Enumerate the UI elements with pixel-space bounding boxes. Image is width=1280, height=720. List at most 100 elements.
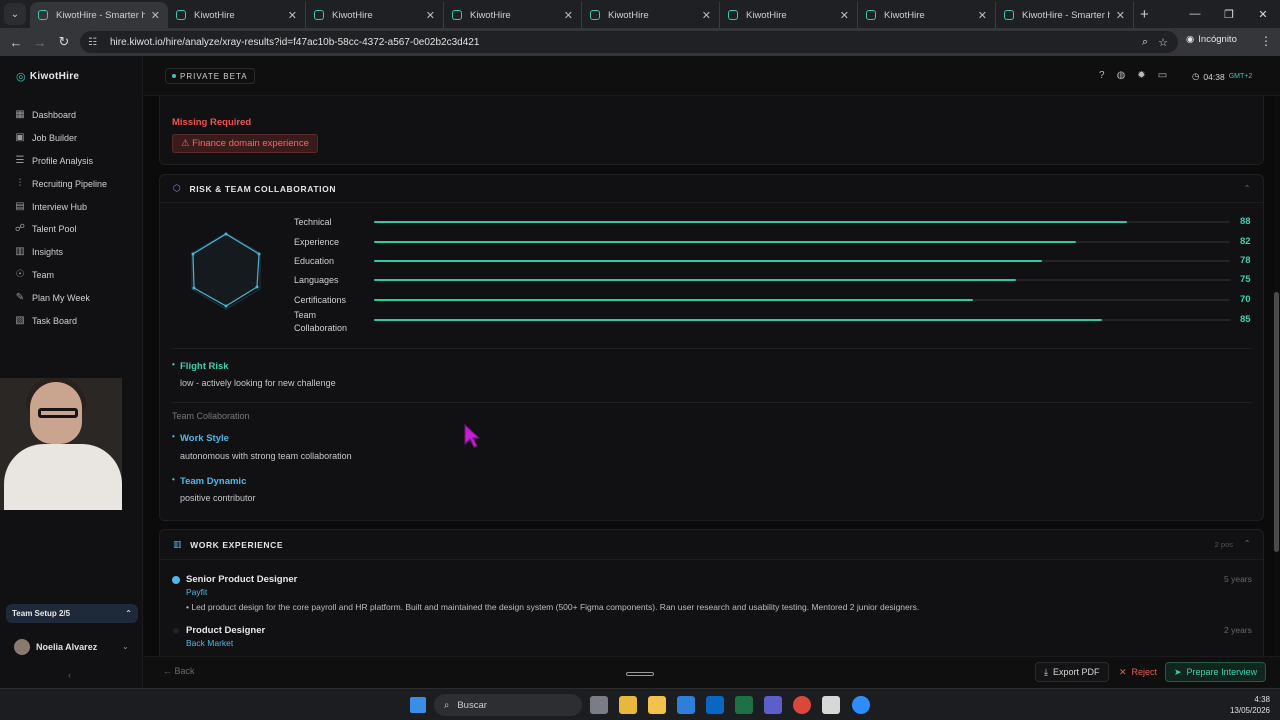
score-bar-fill <box>374 241 1076 243</box>
url-omnibox[interactable]: ☷ hire.kiwot.io/hire/analyze/xray-result… <box>80 31 1178 53</box>
beta-label: PRIVATE BETA <box>180 71 248 81</box>
chat-icon[interactable]: ▭ <box>1158 70 1167 81</box>
kiwot-favicon-icon <box>590 10 600 20</box>
reject-button[interactable]: ✕ Reject <box>1111 662 1165 682</box>
position-company[interactable]: Payfit <box>186 587 207 597</box>
sidebar-item-team[interactable]: ☉ Team <box>14 264 107 287</box>
close-tab-icon[interactable]: ✕ <box>564 9 573 22</box>
radar-chart <box>191 232 261 310</box>
sidebar-item-job-builder[interactable]: ▣ Job Builder <box>14 127 107 150</box>
tab-title: KiwotHire <box>884 9 925 21</box>
reload-icon[interactable]: ↻ <box>52 34 76 50</box>
position-years: 5 years <box>1224 574 1252 584</box>
tab-search-chevron-icon[interactable]: ⌄ <box>4 3 26 25</box>
close-tab-icon[interactable]: ✕ <box>978 9 987 22</box>
help-icon[interactable]: ? <box>1099 70 1105 81</box>
zoom-icon[interactable] <box>852 696 870 714</box>
clock-timezone: GMT+2 <box>1228 73 1253 80</box>
restore-icon[interactable]: ❐ <box>1212 8 1246 21</box>
taskbar-search[interactable]: ⌕ Buscar <box>434 694 582 716</box>
close-tab-icon[interactable]: ✕ <box>426 9 435 22</box>
clock: ◷ 04:38 GMT+2 <box>1192 71 1252 82</box>
sidebar-item-plan-my-week[interactable]: ✎ Plan My Week <box>14 286 107 309</box>
drag-handle[interactable] <box>626 672 654 676</box>
users-icon: ☍ <box>14 223 26 235</box>
score-value: 70 <box>1240 294 1251 305</box>
zoom-icon[interactable]: ⌕ <box>1142 36 1148 49</box>
store-icon[interactable] <box>619 696 637 714</box>
sidebar-item-recruiting-pipeline[interactable]: ⫶ Recruiting Pipeline <box>14 172 107 195</box>
browser-tab[interactable]: KiwotHire - Smarter hiring ✕ <box>996 2 1134 28</box>
tab-title: KiwotHire <box>746 9 787 21</box>
main-scrollbar[interactable] <box>1273 96 1280 656</box>
cube-app-icon[interactable] <box>822 696 840 714</box>
app-logo[interactable]: ◎ KiwotHire <box>16 70 79 83</box>
teams-icon[interactable] <box>764 696 782 714</box>
forward-arrow-icon[interactable]: → <box>28 35 52 50</box>
sidebar-item-insights[interactable]: ▥ Insights <box>14 241 107 264</box>
team-setup-progress[interactable]: Team Setup 2/5 ⌃ <box>6 604 138 623</box>
score-label: Team Collaboration <box>294 310 348 333</box>
close-tab-icon[interactable]: ✕ <box>288 9 297 22</box>
score-label: Certifications <box>294 295 347 305</box>
globe-icon[interactable]: ◍ <box>1117 70 1126 81</box>
risk-card-header[interactable]: ⬡ RISK & TEAM COLLABORATION ⌃ <box>160 175 1263 203</box>
browser-tab[interactable]: KiwotHire - Smarter hiring ✕ <box>30 2 168 28</box>
browser-menu-icon[interactable]: ⋮ <box>1260 34 1272 48</box>
scrollbar-thumb[interactable] <box>1274 292 1279 552</box>
browser-tab[interactable]: KiwotHire ✕ <box>582 2 720 28</box>
close-tab-icon[interactable]: ✕ <box>1116 9 1125 22</box>
logo-text: KiwotHire <box>29 71 80 82</box>
linkedin-icon[interactable] <box>706 696 724 714</box>
work-card-header[interactable]: ▥ WORK EXPERIENCE 2 pos ⌃ <box>160 530 1263 560</box>
sidebar-item-dashboard[interactable]: ▦ Dashboard <box>14 104 107 127</box>
position-company[interactable]: Back Market <box>186 638 233 648</box>
close-tab-icon[interactable]: ✕ <box>702 9 711 22</box>
close-tab-icon[interactable]: ✕ <box>840 9 849 22</box>
browser-tab[interactable]: KiwotHire ✕ <box>306 2 444 28</box>
windows-start-icon[interactable] <box>410 697 426 713</box>
prepare-interview-button[interactable]: ➤ Prepare Interview <box>1165 662 1267 682</box>
positions-count: 2 pos <box>1214 540 1233 549</box>
close-window-icon[interactable]: ✕ <box>1246 8 1280 21</box>
back-arrow-icon[interactable]: ← <box>4 35 28 50</box>
excel-icon[interactable] <box>735 696 753 714</box>
minimize-icon[interactable]: — <box>1178 8 1212 20</box>
sidebar-item-talent-pool[interactable]: ☍ Talent Pool <box>14 218 107 241</box>
score-bar-track <box>374 221 1230 223</box>
timeline-dot <box>172 576 180 584</box>
clock-icon: ◷ <box>1192 71 1200 81</box>
sidebar-item-task-board[interactable]: ▧ Task Board <box>14 309 107 332</box>
system-clock[interactable]: 4:38 13/05/2026 <box>1230 694 1270 716</box>
score-value: 75 <box>1240 274 1251 285</box>
work-card-title: WORK EXPERIENCE <box>190 539 284 550</box>
outlook-icon[interactable] <box>677 696 695 714</box>
flight-risk-text: low - actively looking for new challenge <box>180 378 336 388</box>
chrome-icon[interactable] <box>793 696 811 714</box>
file-explorer-icon[interactable] <box>648 696 666 714</box>
score-label: Education <box>294 256 335 266</box>
browser-tab[interactable]: KiwotHire ✕ <box>858 2 996 28</box>
private-beta-badge: PRIVATE BETA <box>165 68 255 84</box>
export-pdf-button[interactable]: ⤓ Export PDF <box>1035 662 1109 682</box>
chevron-up-icon[interactable]: ⌃ <box>1244 184 1251 193</box>
browser-tab[interactable]: KiwotHire ✕ <box>720 2 858 28</box>
sidebar-item-interview-hub[interactable]: ▤ Interview Hub <box>14 195 107 218</box>
bug-icon[interactable]: ✹ <box>1137 70 1145 81</box>
incognito-indicator[interactable]: ◉ Incógnito <box>1186 34 1237 45</box>
close-tab-icon[interactable]: ✕ <box>151 9 160 22</box>
user-profile[interactable]: Noelia Alvarez ⌄ <box>14 639 129 655</box>
score-row: Team Collaboration 85 <box>294 310 1254 333</box>
browser-tab[interactable]: KiwotHire ✕ <box>168 2 306 28</box>
browser-tab[interactable]: KiwotHire ✕ <box>444 2 582 28</box>
sidebar-item-profile-analysis[interactable]: ☰ Profile Analysis <box>14 150 107 173</box>
collapse-sidebar-icon[interactable]: ‹ <box>68 670 71 680</box>
site-info-icon[interactable]: ☷ <box>88 37 100 48</box>
new-tab-button[interactable]: + <box>1140 6 1149 23</box>
task-view-icon[interactable] <box>590 696 608 714</box>
chevron-up-icon[interactable]: ⌃ <box>1244 539 1251 548</box>
position-title: Senior Product Designer <box>186 574 298 585</box>
back-link[interactable]: ← Back <box>163 666 195 676</box>
system-date: 13/05/2026 <box>1229 706 1270 715</box>
bookmark-star-icon[interactable]: ☆ <box>1158 36 1168 49</box>
